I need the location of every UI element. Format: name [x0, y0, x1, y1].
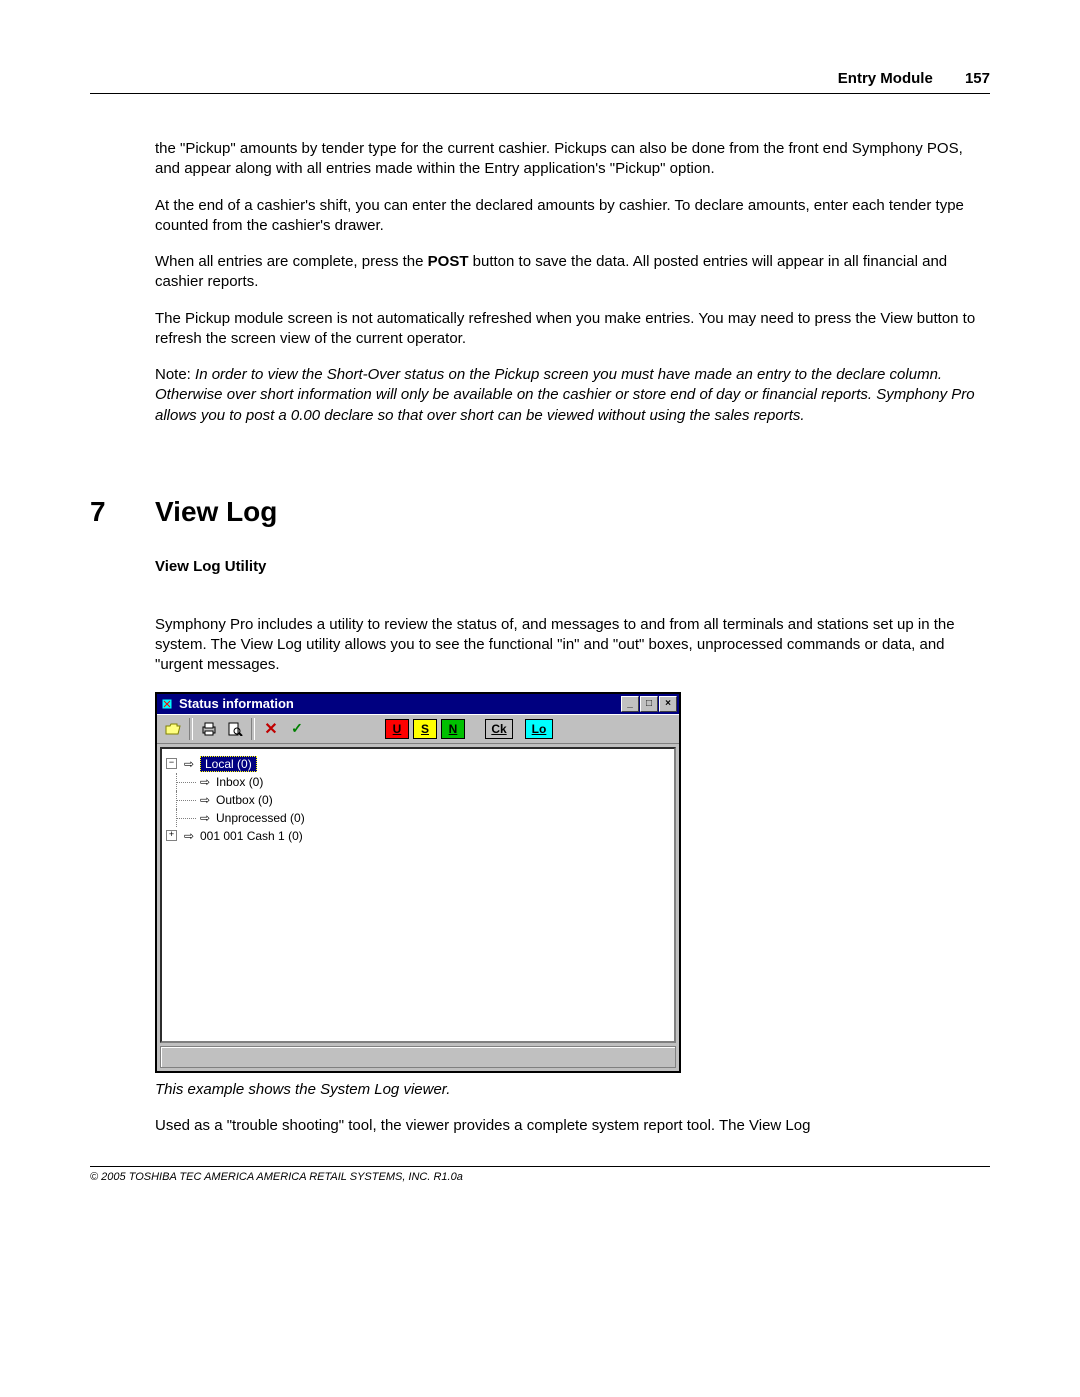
subheading: View Log Utility: [90, 558, 990, 575]
expand-icon[interactable]: +: [166, 830, 177, 841]
close-button[interactable]: ×: [659, 696, 677, 712]
arrow-icon: ⇨: [198, 811, 212, 825]
paragraph: Used as a "trouble shooting" tool, the v…: [90, 1116, 990, 1136]
tree-node-inbox[interactable]: ⇨ Inbox (0): [166, 773, 670, 791]
preview-icon[interactable]: [223, 717, 247, 741]
status-pill-s[interactable]: S: [413, 719, 437, 739]
separator: [189, 718, 193, 740]
window-title: Status information: [179, 696, 620, 711]
toolbar: ✕ ✓ U S N Ck Lo: [157, 714, 679, 744]
section-title: View Log: [155, 496, 277, 528]
status-bar: [160, 1046, 676, 1068]
tree-label-selected[interactable]: Local (0): [200, 756, 257, 772]
page-number: 157: [965, 70, 990, 87]
arrow-icon: ⇨: [198, 793, 212, 807]
status-information-window: Status information _ □ × ✕ ✓ U S: [155, 692, 681, 1073]
tree-label: Outbox (0): [216, 793, 273, 807]
note-body: In order to view the Short-Over status o…: [155, 366, 975, 424]
tree-view[interactable]: − ⇨ Local (0) ⇨ Inbox (0) ⇨ Outbox (0) ⇨…: [160, 747, 676, 1043]
arrow-icon: ⇨: [182, 757, 196, 771]
chapter-name: Entry Module: [838, 70, 933, 87]
open-icon[interactable]: [161, 717, 185, 741]
section-number: 7: [90, 496, 155, 528]
tree-node-cash1[interactable]: + ⇨ 001 001 Cash 1 (0): [166, 827, 670, 845]
tree-label: 001 001 Cash 1 (0): [200, 829, 303, 843]
note-paragraph: Note: In order to view the Short-Over st…: [90, 365, 990, 426]
collapse-icon[interactable]: −: [166, 758, 177, 769]
titlebar[interactable]: Status information _ □ ×: [157, 694, 679, 714]
note-label: Note:: [155, 366, 195, 383]
app-icon: [159, 696, 175, 712]
status-pill-lo[interactable]: Lo: [525, 719, 553, 739]
minimize-button[interactable]: _: [621, 696, 639, 712]
arrow-icon: ⇨: [198, 775, 212, 789]
paragraph: Symphony Pro includes a utility to revie…: [90, 615, 990, 676]
post-button-ref: POST: [428, 253, 469, 270]
urgent-pill[interactable]: U: [385, 719, 409, 739]
tree-node-outbox[interactable]: ⇨ Outbox (0): [166, 791, 670, 809]
paragraph: The Pickup module screen is not automati…: [90, 309, 990, 350]
paragraph: At the end of a cashier's shift, you can…: [90, 196, 990, 237]
text-run: When all entries are complete, press the: [155, 253, 428, 270]
tree-node-local[interactable]: − ⇨ Local (0): [166, 755, 670, 773]
separator: [251, 718, 255, 740]
tree-label: Unprocessed (0): [216, 811, 305, 825]
tree-label: Inbox (0): [216, 775, 263, 789]
figure-caption: This example shows the System Log viewer…: [90, 1081, 990, 1098]
arrow-icon: ⇨: [182, 829, 196, 843]
confirm-icon[interactable]: ✓: [285, 717, 309, 741]
maximize-button[interactable]: □: [640, 696, 658, 712]
status-pill-ck[interactable]: Ck: [485, 719, 513, 739]
footer-copyright: © 2005 TOSHIBA TEC AMERICA AMERICA RETAI…: [90, 1171, 990, 1183]
status-pill-n[interactable]: N: [441, 719, 465, 739]
paragraph: the "Pickup" amounts by tender type for …: [90, 139, 990, 180]
paragraph: When all entries are complete, press the…: [90, 252, 990, 293]
print-icon[interactable]: [197, 717, 221, 741]
delete-icon[interactable]: ✕: [259, 717, 283, 741]
tree-node-unprocessed[interactable]: ⇨ Unprocessed (0): [166, 809, 670, 827]
